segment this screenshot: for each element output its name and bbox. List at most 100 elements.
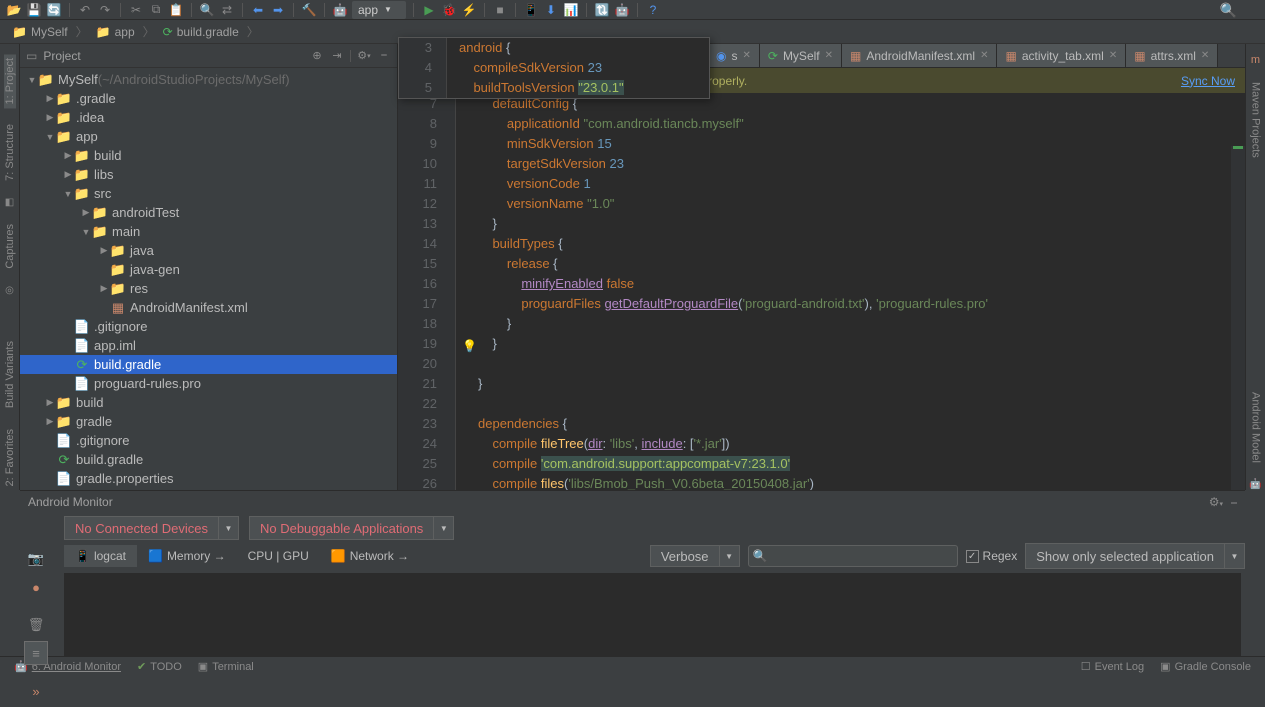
stop-icon[interactable]: ■: [492, 2, 508, 18]
hide-icon[interactable]: ⎯: [1231, 495, 1237, 510]
record-icon[interactable]: ●: [24, 575, 48, 599]
run-config-combo[interactable]: app ▼: [352, 1, 406, 19]
tool-build-variants[interactable]: Build Variants: [4, 337, 16, 412]
tool-captures[interactable]: Captures: [4, 220, 16, 273]
tree-item[interactable]: 📁java-gen: [20, 260, 397, 279]
gear-icon[interactable]: ⚙▾: [1209, 495, 1223, 509]
code-editor[interactable]: 7891011121314151617181920212223242526 de…: [398, 94, 1245, 490]
logcat-output[interactable]: [64, 573, 1241, 656]
tree-item[interactable]: ▼📁app: [20, 127, 397, 146]
status-todo[interactable]: ✔TODO: [129, 660, 190, 673]
screenshot-icon[interactable]: 📷: [24, 547, 48, 571]
status-event-log[interactable]: ☐Event Log: [1073, 660, 1152, 673]
paste-icon[interactable]: 📋: [168, 2, 184, 18]
open-icon[interactable]: 📂: [6, 2, 22, 18]
make-icon[interactable]: 🔨: [301, 2, 317, 18]
tree-item[interactable]: ▶📁.gradle: [20, 89, 397, 108]
close-icon[interactable]: ✕: [742, 50, 750, 61]
forward-icon[interactable]: ➡: [270, 2, 286, 18]
tree-item[interactable]: 📄proguard-rules.pro: [20, 374, 397, 393]
tree-item[interactable]: ▼📁MySelf (~/AndroidStudioProjects/MySelf…: [20, 70, 397, 89]
restart-icon[interactable]: »: [24, 679, 48, 703]
attach-icon[interactable]: ⚡: [461, 2, 477, 18]
tree-item[interactable]: 📄gradle.properties: [20, 469, 397, 488]
help-icon[interactable]: ?: [645, 2, 661, 18]
tree-item[interactable]: ▶📁res: [20, 279, 397, 298]
save-icon[interactable]: 💾: [26, 2, 42, 18]
tree-item[interactable]: ▶📁libs: [20, 165, 397, 184]
tree-item[interactable]: 📄.gitignore: [20, 431, 397, 450]
search-everywhere-icon[interactable]: 🔍: [1220, 2, 1237, 19]
tree-item[interactable]: ▦AndroidManifest.xml: [20, 298, 397, 317]
tab-cpu[interactable]: CPU | GPU: [237, 545, 320, 567]
tree-item[interactable]: ▼📁src: [20, 184, 397, 203]
tool-favorites[interactable]: 2: Favorites: [4, 425, 16, 490]
tool-structure[interactable]: 7: Structure: [4, 120, 16, 185]
back-icon[interactable]: ⬅: [250, 2, 266, 18]
log-search-input[interactable]: [748, 545, 958, 567]
regex-checkbox[interactable]: ✓Regex: [966, 549, 1018, 563]
app-combo[interactable]: No Debuggable Applications▼: [249, 516, 454, 540]
filter-combo[interactable]: Show only selected application▼: [1025, 543, 1245, 569]
tree-item[interactable]: ⟳build.gradle: [20, 355, 397, 374]
avd-icon[interactable]: 📱: [523, 2, 539, 18]
trash-icon[interactable]: 🗑: [24, 613, 48, 637]
tool-project[interactable]: 1: Project: [4, 54, 16, 108]
tool-android-model[interactable]: Android Model: [1250, 388, 1262, 467]
tree-item[interactable]: ▶📁build: [20, 146, 397, 165]
sdk-icon[interactable]: ⬇: [543, 2, 559, 18]
scroll-to-icon[interactable]: ⊕: [310, 49, 324, 63]
tree-item[interactable]: ▼📁main: [20, 222, 397, 241]
crumb-root[interactable]: 📁MySelf: [8, 24, 72, 40]
bulb-icon[interactable]: 💡: [462, 336, 476, 350]
tree-item[interactable]: ▶📁gradle: [20, 412, 397, 431]
tree-item[interactable]: 📄.gitignore: [20, 317, 397, 336]
gradle-sync-icon[interactable]: 🔃: [594, 2, 610, 18]
redo-icon[interactable]: ↷: [97, 2, 113, 18]
sync-now-link[interactable]: Sync Now: [1181, 74, 1235, 88]
close-icon[interactable]: ✕: [1201, 50, 1209, 61]
close-icon[interactable]: ✕: [1109, 50, 1117, 61]
tab-network[interactable]: 🟧Network →: [320, 545, 420, 567]
run-icon[interactable]: ▶: [421, 2, 437, 18]
error-stripe[interactable]: [1231, 146, 1245, 490]
status-terminal[interactable]: ▣Terminal: [190, 660, 262, 673]
project-title: Project: [43, 49, 80, 63]
editor-tab[interactable]: ▦attrs.xml✕: [1126, 44, 1218, 67]
replace-icon[interactable]: ⇄: [219, 2, 235, 18]
tree-item[interactable]: 📄app.iml: [20, 336, 397, 355]
captures-icon: ◎: [5, 285, 14, 296]
debug-icon[interactable]: 🐞: [441, 2, 457, 18]
close-icon[interactable]: ✕: [825, 50, 833, 61]
log-level-combo[interactable]: Verbose▼: [650, 545, 740, 567]
project-tree[interactable]: ▼📁MySelf (~/AndroidStudioProjects/MySelf…: [20, 68, 397, 490]
device-combo[interactable]: No Connected Devices▼: [64, 516, 239, 540]
tree-item[interactable]: ⟳build.gradle: [20, 450, 397, 469]
editor-tab[interactable]: ▦AndroidManifest.xml✕: [842, 44, 997, 67]
tab-memory[interactable]: 🟦Memory →: [137, 545, 237, 567]
scroll-icon[interactable]: ≡: [24, 641, 48, 665]
editor-tab[interactable]: ◉s✕: [708, 44, 760, 67]
status-gradle-console[interactable]: ▣Gradle Console: [1152, 660, 1259, 673]
tab-logcat[interactable]: 📱logcat: [64, 545, 137, 567]
find-icon[interactable]: 🔍: [199, 2, 215, 18]
collapse-icon[interactable]: ⇥: [330, 49, 344, 63]
sync-icon[interactable]: 🔄: [46, 2, 62, 18]
tree-item[interactable]: ▶📁.idea: [20, 108, 397, 127]
cut-icon[interactable]: ✂: [128, 2, 144, 18]
crumb-file[interactable]: ⟳build.gradle: [159, 24, 243, 40]
monitor-icon[interactable]: 📊: [563, 2, 579, 18]
tree-item[interactable]: ▶📁java: [20, 241, 397, 260]
copy-icon[interactable]: ⧉: [148, 2, 164, 18]
android-icon-2[interactable]: 🤖: [614, 2, 630, 18]
tree-item[interactable]: ▶📁androidTest: [20, 203, 397, 222]
tool-maven[interactable]: Maven Projects: [1250, 78, 1262, 162]
undo-icon[interactable]: ↶: [77, 2, 93, 18]
editor-tab[interactable]: ▦activity_tab.xml✕: [997, 44, 1126, 67]
editor-tab[interactable]: ⟳MySelf✕: [760, 44, 842, 67]
crumb-app[interactable]: 📁app: [92, 24, 139, 40]
close-icon[interactable]: ✕: [980, 50, 988, 61]
hide-icon[interactable]: ⎯: [377, 49, 391, 63]
tree-item[interactable]: ▶📁build: [20, 393, 397, 412]
gear-icon[interactable]: ⚙▾: [357, 49, 371, 63]
